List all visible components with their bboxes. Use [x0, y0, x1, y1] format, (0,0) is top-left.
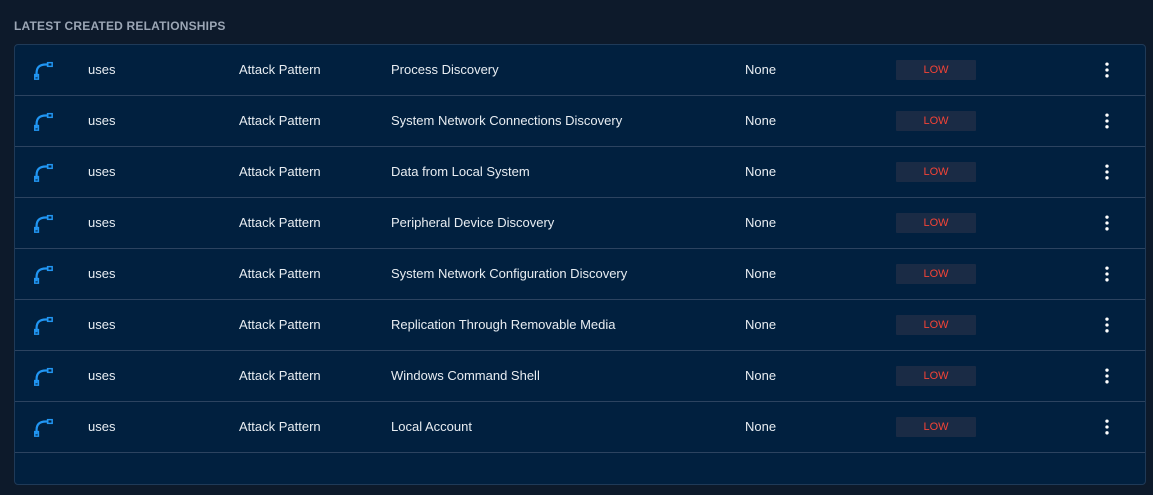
entity-type: Attack Pattern — [239, 62, 321, 77]
more-vert-icon[interactable] — [1095, 198, 1119, 248]
more-vert-icon[interactable] — [1095, 300, 1119, 350]
relationship-row[interactable]: uses Attack Pattern Process Discovery No… — [15, 45, 1145, 96]
level-badge: LOW — [896, 417, 976, 437]
entity-type: Attack Pattern — [239, 419, 321, 434]
level-badge: LOW — [896, 111, 976, 131]
relationship-icon — [32, 45, 56, 95]
more-vert-icon[interactable] — [1095, 402, 1119, 452]
level-badge: LOW — [896, 213, 976, 233]
level-cell: LOW — [896, 402, 976, 452]
more-vert-icon[interactable] — [1095, 45, 1119, 95]
level-cell: LOW — [896, 300, 976, 350]
entity-extra: None — [745, 419, 777, 434]
entity-extra: None — [745, 164, 777, 179]
level-badge: LOW — [896, 60, 976, 80]
level-badge: LOW — [896, 264, 976, 284]
relationship-icon — [32, 198, 56, 248]
entity-name: Local Account — [391, 419, 472, 434]
entity-type: Attack Pattern — [239, 317, 321, 332]
level-cell: LOW — [896, 45, 976, 95]
relationship-type: uses — [88, 62, 116, 77]
level-cell: LOW — [896, 198, 976, 248]
section-title: LATEST CREATED RELATIONSHIPS — [14, 19, 226, 33]
entity-name: Replication Through Removable Media — [391, 317, 616, 332]
relationship-row[interactable]: uses Attack Pattern Replication Through … — [15, 300, 1145, 351]
entity-name: System Network Connections Discovery — [391, 113, 623, 128]
relationship-icon — [32, 249, 56, 299]
relationship-row[interactable]: uses Attack Pattern Data from Local Syst… — [15, 147, 1145, 198]
more-vert-icon[interactable] — [1095, 147, 1119, 197]
relationship-type: uses — [88, 266, 116, 281]
relationship-icon — [32, 96, 56, 146]
entity-name: System Network Configuration Discovery — [391, 266, 628, 281]
entity-name: Data from Local System — [391, 164, 530, 179]
relationship-icon — [32, 147, 56, 197]
entity-extra: None — [745, 368, 777, 383]
relationship-row[interactable]: uses Attack Pattern Windows Command Shel… — [15, 351, 1145, 402]
relationship-row[interactable]: uses Attack Pattern Peripheral Device Di… — [15, 198, 1145, 249]
level-badge: LOW — [896, 366, 976, 386]
more-vert-icon[interactable] — [1095, 351, 1119, 401]
relationship-row[interactable]: uses Attack Pattern System Network Confi… — [15, 249, 1145, 300]
entity-extra: None — [745, 215, 777, 230]
entity-extra: None — [745, 62, 777, 77]
level-badge: LOW — [896, 162, 976, 182]
entity-type: Attack Pattern — [239, 113, 321, 128]
level-badge: LOW — [896, 315, 976, 335]
entity-extra: None — [745, 113, 777, 128]
more-vert-icon[interactable] — [1095, 249, 1119, 299]
entity-type: Attack Pattern — [239, 368, 321, 383]
relationship-type: uses — [88, 419, 116, 434]
entity-name: Windows Command Shell — [391, 368, 540, 383]
level-cell: LOW — [896, 96, 976, 146]
relationship-type: uses — [88, 368, 116, 383]
relationship-icon — [32, 351, 56, 401]
relationships-list: uses Attack Pattern Process Discovery No… — [14, 44, 1146, 485]
relationship-type: uses — [88, 317, 116, 332]
entity-name: Process Discovery — [391, 62, 499, 77]
relationship-type: uses — [88, 215, 116, 230]
relationship-icon — [32, 300, 56, 350]
entity-type: Attack Pattern — [239, 266, 321, 281]
entity-type: Attack Pattern — [239, 215, 321, 230]
relationship-row[interactable]: uses Attack Pattern System Network Conne… — [15, 96, 1145, 147]
relationship-type: uses — [88, 164, 116, 179]
level-cell: LOW — [896, 351, 976, 401]
entity-type: Attack Pattern — [239, 164, 321, 179]
relationship-row[interactable]: uses Attack Pattern Local Account None L… — [15, 402, 1145, 453]
relationship-rows: uses Attack Pattern Process Discovery No… — [15, 45, 1145, 453]
entity-extra: None — [745, 317, 777, 332]
level-cell: LOW — [896, 249, 976, 299]
level-cell: LOW — [896, 147, 976, 197]
entity-extra: None — [745, 266, 777, 281]
relationship-type: uses — [88, 113, 116, 128]
relationship-icon — [32, 402, 56, 452]
entity-name: Peripheral Device Discovery — [391, 215, 555, 230]
more-vert-icon[interactable] — [1095, 96, 1119, 146]
